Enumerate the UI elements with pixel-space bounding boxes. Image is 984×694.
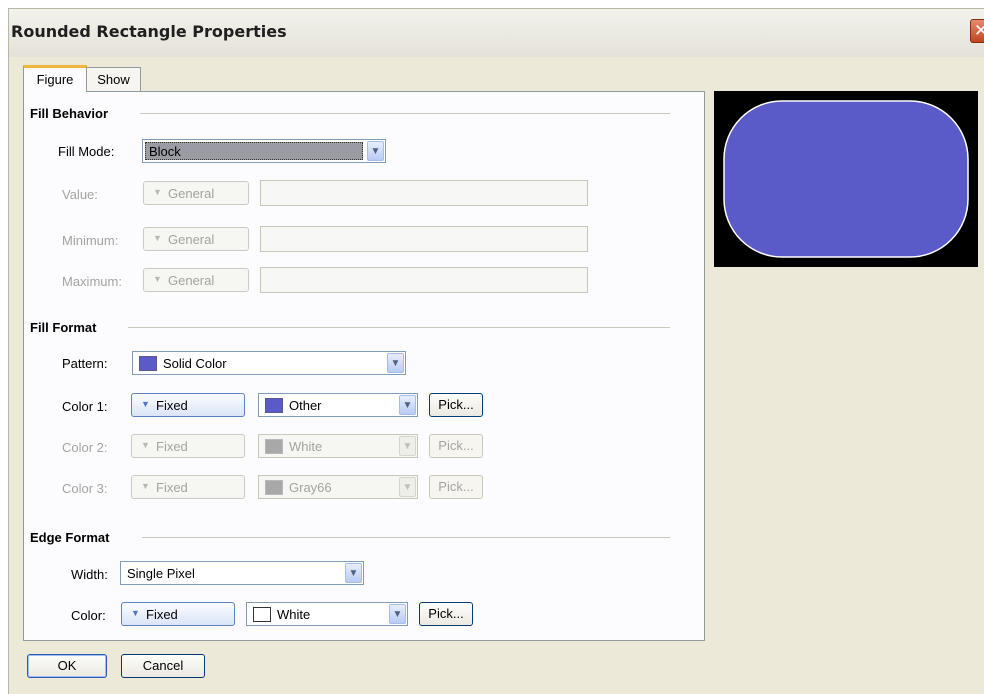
color1-label: Color 1: xyxy=(62,399,108,414)
shape-preview xyxy=(714,91,978,267)
edge-color-select[interactable]: White ▼ xyxy=(246,602,408,626)
value-mode-button[interactable]: ▼ General xyxy=(143,181,249,205)
edge-color-value: White xyxy=(277,607,311,622)
chevron-down-icon[interactable]: ▼ xyxy=(399,395,416,415)
tab-show[interactable]: Show xyxy=(86,67,141,91)
color2-value: White xyxy=(289,439,323,454)
color1-mode-button[interactable]: ▼ Fixed xyxy=(131,393,245,417)
tab-figure-label: Figure xyxy=(36,72,74,87)
pattern-select[interactable]: Solid Color ▼ xyxy=(132,351,406,375)
edge-color-pick-button[interactable]: Pick... xyxy=(419,602,473,626)
tab-figure[interactable]: Figure xyxy=(23,65,87,92)
chevron-down-icon[interactable]: ▼ xyxy=(345,563,362,583)
chevron-down-icon[interactable]: ▼ xyxy=(387,353,404,373)
color2-select[interactable]: White ▼ xyxy=(258,434,418,458)
section-divider xyxy=(140,113,670,114)
window-title: Rounded Rectangle Properties xyxy=(11,22,287,41)
width-value: Single Pixel xyxy=(127,566,195,581)
minimum-label: Minimum: xyxy=(62,233,119,248)
chevron-down-icon[interactable]: ▼ xyxy=(399,477,416,497)
color3-select[interactable]: Gray66 ▼ xyxy=(258,475,418,499)
triangle-down-icon: ▼ xyxy=(141,481,150,491)
edge-color-label: Color: xyxy=(71,608,106,623)
triangle-down-icon: ▼ xyxy=(153,274,162,284)
chevron-down-icon[interactable]: ▼ xyxy=(367,141,384,161)
color2-swatch xyxy=(265,439,283,454)
edge-color-mode-button[interactable]: ▼ Fixed xyxy=(121,602,235,626)
color1-value: Other xyxy=(289,398,322,413)
fill-mode-value: Block xyxy=(145,142,363,160)
triangle-down-icon: ▼ xyxy=(141,440,150,450)
pattern-value: Solid Color xyxy=(163,356,227,371)
close-icon[interactable]: ✕ xyxy=(970,19,984,43)
pattern-label: Pattern: xyxy=(62,356,108,371)
color2-mode-button[interactable]: ▼ Fixed xyxy=(131,434,245,458)
maximum-mode-text: General xyxy=(168,273,215,288)
fill-mode-select[interactable]: Block ▼ xyxy=(142,139,386,163)
rounded-rectangle-shape xyxy=(723,100,969,258)
triangle-down-icon: ▼ xyxy=(153,187,162,197)
fill-mode-label: Fill Mode: xyxy=(58,144,115,159)
fill-behavior-title: Fill Behavior xyxy=(30,106,109,121)
section-divider xyxy=(142,537,670,538)
color2-label: Color 2: xyxy=(62,440,108,455)
section-divider xyxy=(128,327,670,328)
color3-label: Color 3: xyxy=(62,481,108,496)
value-mode-text: General xyxy=(168,186,215,201)
ok-button[interactable]: OK xyxy=(27,654,107,678)
minimum-mode-button[interactable]: ▼ General xyxy=(143,227,249,251)
fill-format-title: Fill Format xyxy=(30,320,97,335)
triangle-down-icon: ▼ xyxy=(153,233,162,243)
width-select[interactable]: Single Pixel ▼ xyxy=(120,561,364,585)
value-input[interactable] xyxy=(260,180,588,206)
triangle-down-icon: ▼ xyxy=(131,608,140,618)
chevron-down-icon[interactable]: ▼ xyxy=(389,604,406,624)
color1-pick-button[interactable]: Pick... xyxy=(429,393,483,417)
color3-mode-text: Fixed xyxy=(156,480,188,495)
color2-pick-button[interactable]: Pick... xyxy=(429,434,483,458)
color3-pick-button[interactable]: Pick... xyxy=(429,475,483,499)
triangle-down-icon: ▼ xyxy=(141,399,150,409)
minimum-input[interactable] xyxy=(260,226,588,252)
color3-value: Gray66 xyxy=(289,480,332,495)
pattern-swatch xyxy=(139,356,157,371)
color2-mode-text: Fixed xyxy=(156,439,188,454)
cancel-button[interactable]: Cancel xyxy=(121,654,205,678)
maximum-label: Maximum: xyxy=(62,274,122,289)
properties-dialog: Rounded Rectangle Properties ✕ Figure Sh… xyxy=(8,8,984,694)
figure-panel: Fill Behavior Fill Mode: Block ▼ Value: … xyxy=(23,91,705,641)
value-label: Value: xyxy=(62,187,98,202)
minimum-mode-text: General xyxy=(168,232,215,247)
color3-mode-button[interactable]: ▼ Fixed xyxy=(131,475,245,499)
edge-color-swatch xyxy=(253,607,271,622)
color1-mode-text: Fixed xyxy=(156,398,188,413)
maximum-input[interactable] xyxy=(260,267,588,293)
color3-swatch xyxy=(265,480,283,495)
maximum-mode-button[interactable]: ▼ General xyxy=(143,268,249,292)
chevron-down-icon[interactable]: ▼ xyxy=(399,436,416,456)
color1-swatch xyxy=(265,398,283,413)
tab-show-label: Show xyxy=(97,72,130,87)
edge-color-mode-text: Fixed xyxy=(146,607,178,622)
rounded-rectangle-preview xyxy=(723,100,969,258)
color1-select[interactable]: Other ▼ xyxy=(258,393,418,417)
width-label: Width: xyxy=(71,567,108,582)
title-bar: Rounded Rectangle Properties ✕ xyxy=(9,9,984,57)
edge-format-title: Edge Format xyxy=(30,530,110,545)
